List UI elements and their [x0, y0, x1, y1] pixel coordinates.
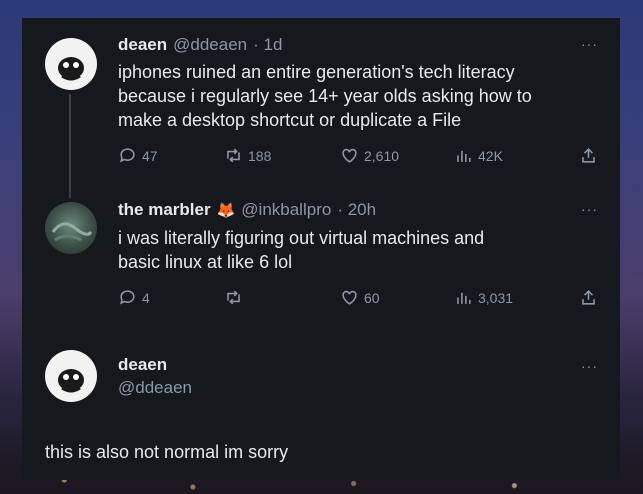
author-name[interactable]: deaen	[118, 355, 192, 375]
like-button[interactable]: 2,610	[340, 146, 399, 165]
reply-icon	[119, 148, 135, 163]
more-options-icon[interactable]: ···	[581, 358, 598, 374]
retweet-icon	[227, 148, 240, 163]
avatar-deaen[interactable]	[45, 350, 97, 402]
view-count: 3,031	[478, 289, 514, 306]
reply-button[interactable]: 4	[118, 288, 150, 307]
avatar-the-marbler[interactable]	[45, 202, 97, 254]
timestamp[interactable]: · 1d	[253, 35, 282, 55]
tweet-text-line: iphones ruined an entire generation's te…	[118, 62, 515, 82]
retweet-count: 188	[248, 147, 272, 164]
tweet-text-line: basic linux at like 6 lol	[118, 252, 293, 272]
author-handle[interactable]: @ddeaen	[173, 35, 247, 55]
heart-icon	[342, 290, 357, 305]
timestamp[interactable]: · 20h	[337, 200, 376, 220]
tweet-3-focused[interactable]: deaen @ddeaen ··· this is also not norma…	[22, 333, 620, 480]
views-button[interactable]: 3,031	[454, 288, 513, 307]
like-count: 60	[364, 289, 380, 306]
reply-count: 4	[142, 289, 150, 306]
views-button[interactable]: 42K	[454, 146, 503, 165]
author-handle[interactable]: @ddeaen	[118, 378, 192, 398]
heart-icon	[342, 148, 357, 163]
fox-badge-icon: 🦊	[216, 202, 236, 219]
share-button[interactable]	[579, 288, 598, 307]
share-icon	[582, 290, 595, 305]
view-count: 42K	[478, 147, 503, 164]
retweet-button[interactable]: 188	[224, 146, 271, 165]
tweet-text-line: make a desktop shortcut or duplicate a F…	[118, 110, 462, 130]
author-name[interactable]: the marbler	[118, 200, 211, 220]
like-count: 2,610	[364, 147, 400, 164]
tweet-text: iphones ruined an entire generation's te…	[118, 60, 532, 132]
retweet-button[interactable]	[224, 288, 248, 307]
tweet-2[interactable]: the marbler 🦊 @inkballpro · 20h ··· i wa…	[22, 193, 620, 333]
avatar-deaen[interactable]	[45, 38, 97, 90]
author-name[interactable]: deaen	[118, 35, 167, 55]
tweet-text-line: i was literally figuring out virtual mac…	[118, 228, 485, 248]
tweet-text: i was literally figuring out virtual mac…	[118, 226, 484, 274]
tweet-thread-card: deaen @ddeaen · 1d ··· iphones ruined an…	[22, 18, 620, 480]
more-options-icon[interactable]: ···	[581, 201, 598, 217]
views-icon	[457, 292, 471, 304]
retweet-icon	[227, 290, 240, 305]
author-handle[interactable]: @inkballpro	[241, 200, 331, 220]
thread-connector	[69, 94, 71, 198]
tweet-text: this is also not normal im sorry	[45, 442, 289, 462]
views-icon	[457, 150, 471, 162]
share-button[interactable]	[579, 146, 598, 165]
reply-icon	[119, 290, 135, 305]
tweet-1[interactable]: deaen @ddeaen · 1d ··· iphones ruined an…	[22, 18, 620, 198]
tweet-text-line: because i regularly see 14+ year olds as…	[118, 86, 532, 106]
share-icon	[582, 148, 595, 163]
reply-button[interactable]: 47	[118, 146, 158, 165]
more-options-icon[interactable]: ···	[581, 36, 598, 52]
like-button[interactable]: 60	[340, 288, 380, 307]
reply-count: 47	[142, 147, 158, 164]
